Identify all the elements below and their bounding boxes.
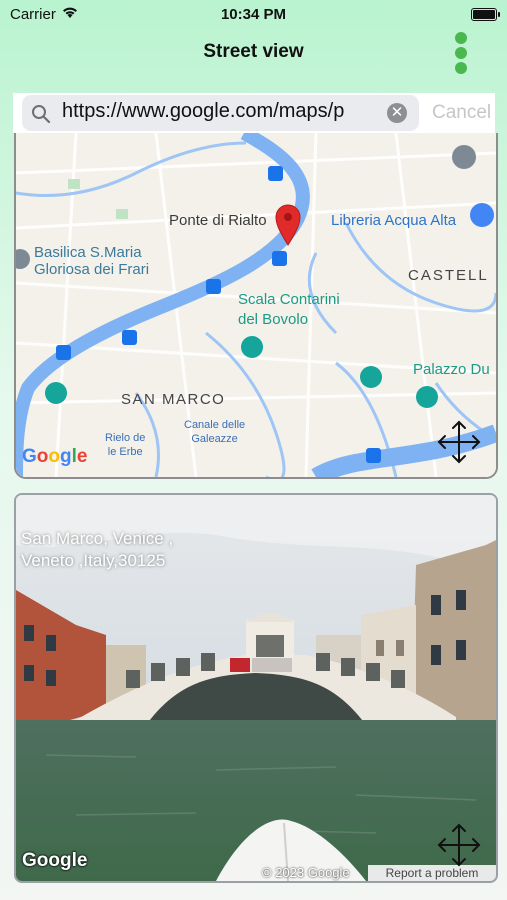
- search-bar: https://www.google.com/maps/p ✕ Cancel: [13, 93, 495, 133]
- street-view-panorama[interactable]: San Marco, Venice , Veneto ,Italy,30125 …: [14, 493, 498, 883]
- cancel-button[interactable]: Cancel: [432, 102, 491, 124]
- copyright-text: © 2023 Google: [262, 865, 350, 880]
- map-label-rielo: Rielo de le Erbe: [105, 432, 146, 458]
- map-view[interactable]: Ponte di Rialto Libreria Acqua Alta Basi…: [14, 133, 498, 479]
- map-label-rialto: Ponte di Rialto: [169, 212, 267, 229]
- map-label-palazzo: Palazzo Du: [413, 361, 490, 378]
- clear-icon[interactable]: ✕: [387, 103, 407, 123]
- expand-icon[interactable]: [435, 418, 483, 466]
- page-title: Street view: [203, 41, 304, 62]
- status-bar: Carrier 10:34 PM: [0, 0, 507, 28]
- map-label-basilica: Basilica S.Maria Gloriosa dei Frari: [34, 244, 150, 278]
- map-label-scala: Scala Contarini del Bovolo: [238, 291, 340, 328]
- search-icon: [32, 105, 51, 124]
- address-overlay: San Marco, Venice , Veneto ,Italy,30125: [21, 529, 174, 570]
- map-label-castello: CASTELL: [408, 267, 489, 284]
- search-input[interactable]: https://www.google.com/maps/p ✕: [22, 95, 419, 131]
- expand-icon[interactable]: [435, 821, 483, 869]
- battery-icon: [471, 8, 500, 21]
- google-logo: Google: [22, 446, 88, 467]
- google-logo-streetview: Google: [22, 850, 88, 871]
- clock: 10:34 PM: [220, 6, 287, 23]
- map-label-canale: Canale delle Galeazze: [184, 419, 246, 445]
- search-input-value: https://www.google.com/maps/p: [62, 100, 345, 122]
- more-menu-icon[interactable]: [452, 30, 470, 76]
- map-label-libreria: Libreria Acqua Alta: [331, 212, 457, 229]
- map-label-san-marco: SAN MARCO: [121, 391, 226, 408]
